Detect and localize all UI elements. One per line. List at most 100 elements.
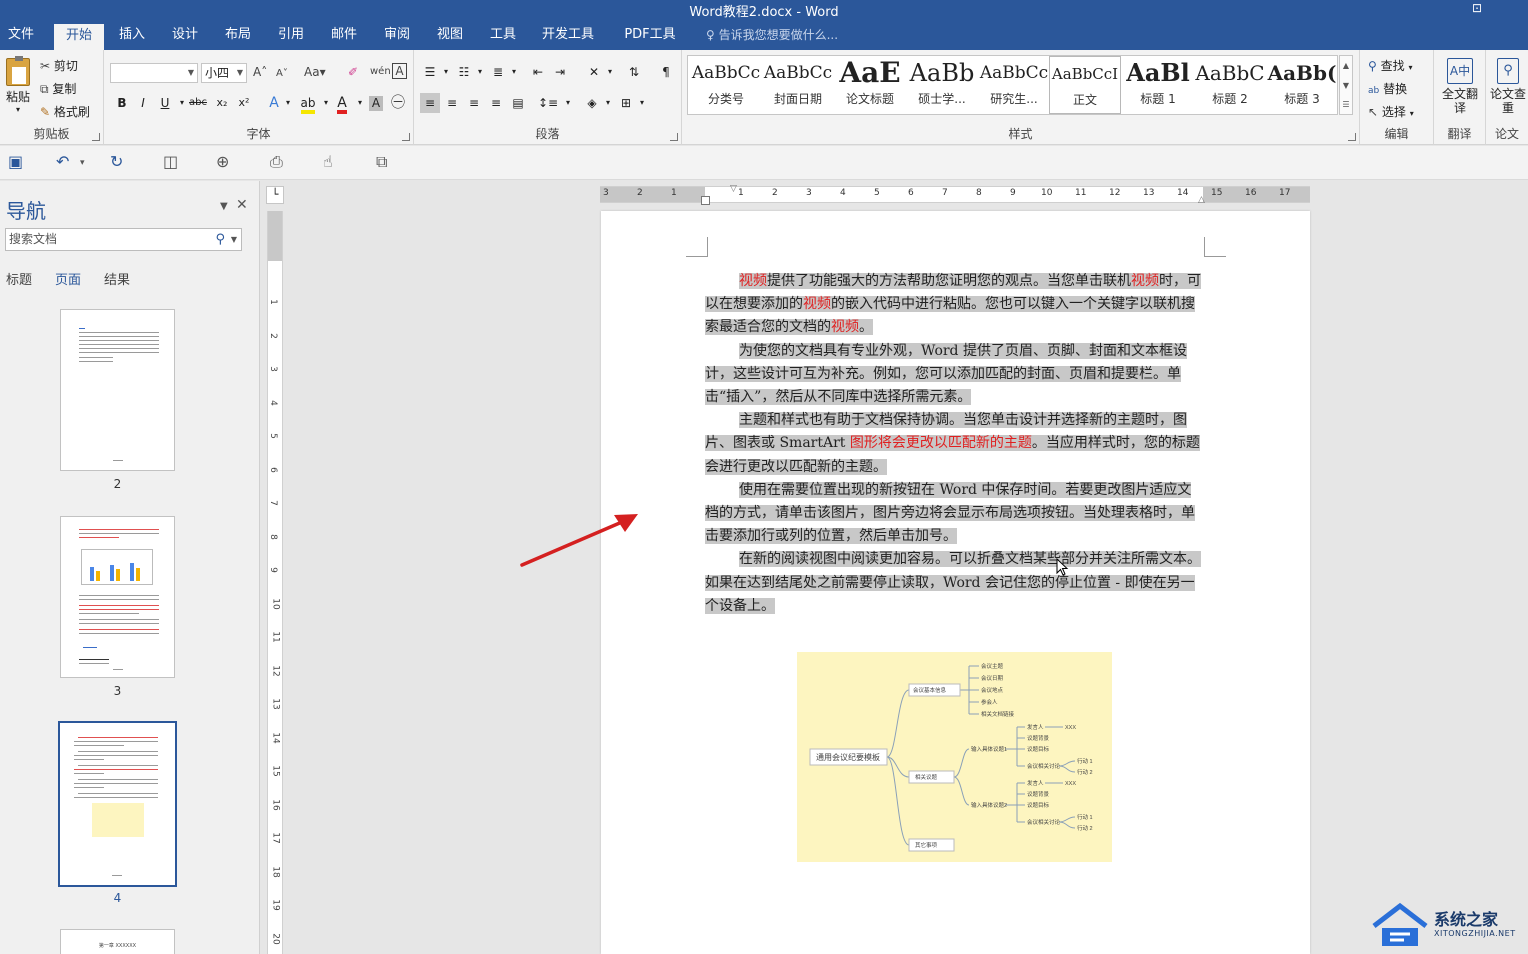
tab-references[interactable]: 引用 [271,20,311,50]
document-paragraph[interactable]: 为使您的文档具有专业外观，Word 提供了页眉、页脚、封面和文本框设计，这些设计… [705,340,1205,410]
grow-font-button[interactable]: A˄ [253,65,267,79]
style-normal[interactable]: AaBbCcI 正文 [1049,56,1121,114]
print-preview-icon[interactable]: ⎙ [270,152,283,172]
restore-window-icon[interactable]: ⊡ [1472,1,1482,15]
document-paragraph[interactable]: 视频提供了功能强大的方法帮助您证明您的观点。当您单击联机视频时，可以在想要添加的… [705,270,1205,340]
close-icon[interactable]: ✕ [236,197,248,213]
copy-button[interactable]: ⧉ 复制 [40,80,76,97]
search-icon[interactable]: ⚲ [215,229,225,250]
style-heading-3[interactable]: AaBb(标题 3 [1266,56,1338,114]
document-paragraph[interactable]: 主题和样式也有助于文档保持协调。当您单击设计并选择新的主题时，图片、图表或 Sm… [705,409,1205,479]
page-thumbnail[interactable]: 第一章 XXXXXX [60,929,175,954]
font-name-select[interactable]: ▼ [110,63,198,83]
sort-button[interactable]: ⇅ [624,62,644,82]
touch-mode-icon[interactable]: ☝ [323,152,333,171]
chevron-down-icon[interactable]: ▾ [80,158,85,168]
paper-check-button[interactable]: ⚲ 论文查重 [1490,58,1526,115]
character-shading-button[interactable]: A [366,93,386,113]
right-indent-marker-icon[interactable]: △ [1198,195,1205,205]
style-heading-2[interactable]: AaBbC 标题 2 [1194,56,1266,114]
chevron-down-icon[interactable]: ▼ [1340,76,1352,96]
align-center-button[interactable]: ≡ [442,93,462,113]
styles-scroll[interactable]: ▲ ▼ ☰ [1339,55,1353,115]
save-icon[interactable]: ▣ [8,152,23,171]
strikethrough-button[interactable]: abc [188,93,208,113]
chevron-down-icon[interactable]: ▾ [598,93,618,113]
cut-button[interactable]: ✂ 剪切 [40,57,78,74]
italic-button[interactable]: I [133,93,153,113]
tab-pdf-tools[interactable]: PDF工具集 [614,20,686,72]
document-paragraph[interactable]: 使用在需要位置出现的新按钮在 Word 中保存时间。若要更改图片适应文档的方式，… [705,479,1205,549]
customize-icon[interactable]: ⧉ [376,152,387,172]
mindmap-image[interactable]: 通用会议纪要模板 会议基本信息 相关议题 其它事项 会议主题 会议日期 会议地点… [797,652,1112,862]
shrink-font-button[interactable]: A˅ [276,65,288,79]
highlight-button[interactable]: ab [298,93,318,114]
page-thumbnail-current[interactable] [58,721,177,887]
align-right-button[interactable]: ≡ [464,93,484,113]
tab-home[interactable]: 开始 [54,24,104,50]
nav-tab-headings[interactable]: 标题 [6,269,32,288]
superscript-button[interactable]: x² [234,93,254,113]
chevron-down-icon[interactable]: ▾ [436,62,456,82]
character-border-button[interactable]: A [392,63,407,79]
indent-marker-icon[interactable] [701,196,710,205]
styles-launcher-icon[interactable] [1348,133,1356,141]
vertical-ruler-strip[interactable]: 1 2 3 4 5 6 7 8 9 10 11 12 13 14 15 16 1… [267,211,283,954]
chevron-down-icon[interactable]: ▾ [470,62,490,82]
tab-review[interactable]: 审阅 [377,20,417,50]
font-color-button[interactable]: A [332,93,352,114]
font-size-select[interactable]: 小四 ▼ [201,63,247,83]
chevron-down-icon[interactable]: ▾ [600,62,620,82]
subscript-button[interactable]: x₂ [212,93,232,113]
replace-button[interactable]: ab 替换 [1368,80,1407,97]
chevron-down-icon[interactable]: ▾ [278,93,298,113]
undo-icon[interactable]: ↶ [56,152,69,171]
tab-layout[interactable]: 布局 [218,20,258,50]
tab-view[interactable]: 视图 [430,20,470,50]
page-thumbnail[interactable] [60,309,175,471]
document-paragraph[interactable]: 在新的阅读视图中阅读更加容易。可以折叠文档某些部分并关注所需文本。如果在达到结尾… [705,548,1205,618]
redo-icon[interactable]: ↻ [110,152,123,171]
tell-me-box[interactable]: ♀ 告诉我您想要做什么... [706,20,838,50]
bold-button[interactable]: B [112,93,132,113]
tab-tools[interactable]: 工具 [483,20,523,50]
style-heading-1[interactable]: AaBl 标题 1 [1122,56,1194,114]
enclose-character-button[interactable]: ㊀ [388,93,408,113]
line-spacing-button[interactable]: ↕≡ [538,93,558,113]
chevron-up-icon[interactable]: ▲ [1340,56,1352,76]
change-case-button[interactable]: Aa▾ [304,65,326,79]
style-paper-title[interactable]: AaE 论文标题 [834,56,906,114]
full-translate-button[interactable]: A中 全文翻译 [1440,58,1480,115]
format-painter-button[interactable]: ✎ 格式刷 [40,103,90,120]
chevron-down-icon[interactable]: ▾ [504,62,524,82]
web-layout-icon[interactable]: ⊕ [216,152,229,171]
chevron-down-icon[interactable]: ▼ [231,229,237,250]
tab-mailings[interactable]: 邮件 [324,20,364,50]
find-button[interactable]: ⚲ 查找 ▾ [1368,57,1412,74]
nav-tab-results[interactable]: 结果 [104,269,130,288]
increase-indent-button[interactable]: ⇥ [550,62,570,82]
distributed-button[interactable]: ▤ [508,93,528,113]
style-graduate[interactable]: AaBbCc 研究生... [978,56,1050,114]
style-classification-number[interactable]: AaBbCc 分类号 [690,56,762,114]
tab-selector[interactable]: └ [266,186,284,204]
page-thumbnail[interactable] [60,516,175,678]
chevron-down-icon[interactable]: ▾ [632,93,652,113]
clear-format-button[interactable]: ✐ [348,65,358,79]
chevron-down-icon[interactable]: ▾ [558,93,578,113]
tab-design[interactable]: 设计 [165,20,205,50]
paste-button[interactable]: 粘贴 ▾ [4,56,32,114]
justify-button[interactable]: ≡ [486,93,506,113]
font-launcher-icon[interactable] [402,133,410,141]
tab-developer[interactable]: 开发工具 [536,20,600,50]
read-mode-icon[interactable]: ◫ [163,152,178,171]
tab-insert[interactable]: 插入 [112,20,152,50]
style-cover-date[interactable]: AaBbCc 封面日期 [762,56,834,114]
nav-options-icon[interactable]: ▼ [220,201,228,212]
clipboard-launcher-icon[interactable] [92,133,100,141]
show-marks-button[interactable]: ¶ [656,62,676,82]
first-line-indent-icon[interactable]: ▽ [730,184,737,194]
nav-search-input[interactable]: 搜索文档 ⚲ ▼ [5,228,242,251]
align-left-button[interactable]: ≡ [420,93,440,113]
paragraph-launcher-icon[interactable] [670,133,678,141]
